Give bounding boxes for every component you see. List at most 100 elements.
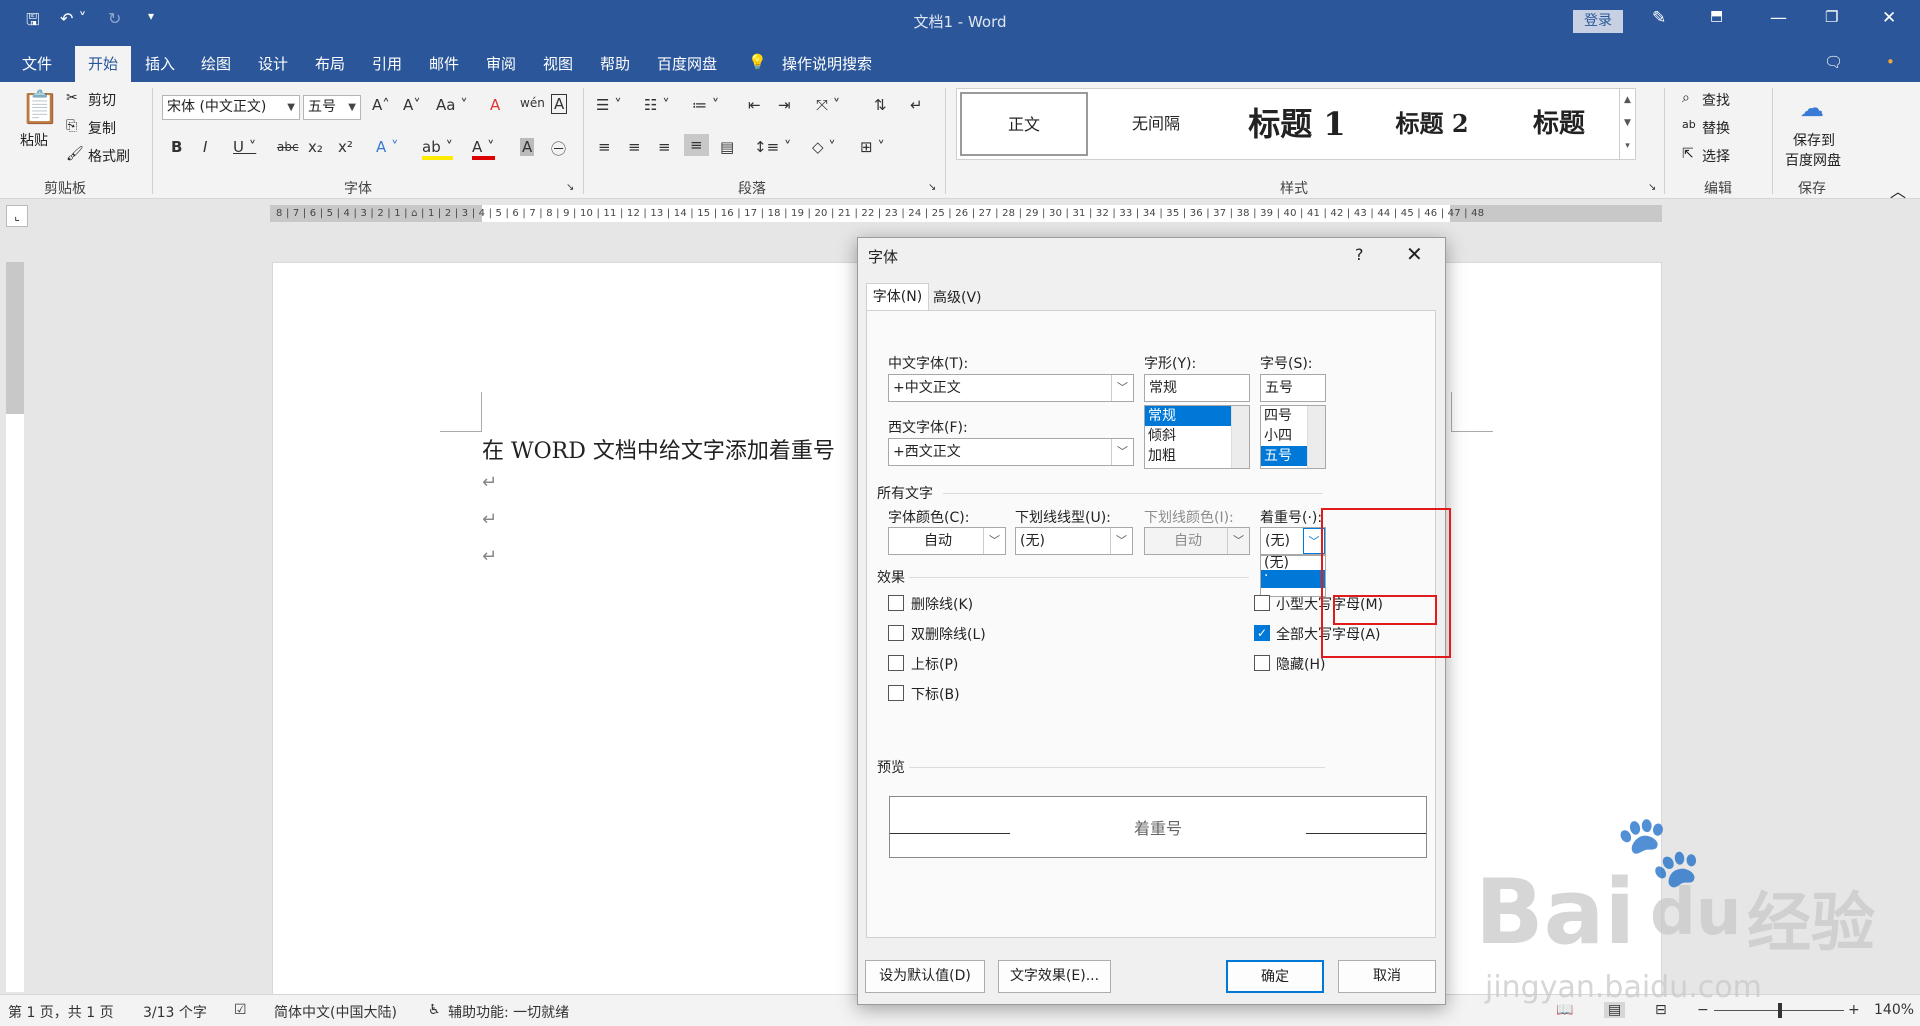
menu-baidu[interactable]: 百度网盘 [657, 53, 717, 74]
checkbox-label[interactable]: 上标(P) [911, 654, 958, 674]
paste-icon[interactable]: 📋 [20, 88, 60, 126]
align-right-icon[interactable]: ≡ [658, 138, 671, 156]
tab-home[interactable]: 开始 [75, 46, 131, 82]
borders-icon[interactable]: ⊞ ˅ [860, 138, 885, 156]
help-icon[interactable]: ? [1355, 245, 1364, 264]
tab-advanced[interactable]: 高级(V) [933, 287, 982, 307]
vertical-ruler[interactable] [6, 262, 24, 992]
menu-help[interactable]: 帮助 [600, 53, 630, 74]
page-count[interactable]: 第 1 页，共 1 页 [8, 1002, 114, 1022]
underline-icon[interactable]: U ˅ [233, 138, 256, 156]
checkbox-label[interactable]: 双删除线(L) [911, 624, 986, 644]
checkbox-superscript[interactable] [888, 655, 904, 671]
highlight-icon[interactable]: ab ˅ [422, 138, 453, 160]
enclose-char-icon[interactable]: ㊀ [551, 138, 566, 159]
menu-file[interactable]: 文件 [22, 53, 52, 74]
accessibility-status[interactable]: 辅助功能: 一切就绪 [448, 1002, 569, 1022]
document-text[interactable]: 在 WORD 文档中给文字添加着重号 [482, 433, 835, 465]
decrease-indent-icon[interactable]: ⇤ [748, 96, 761, 114]
checkbox-hidden[interactable] [1254, 655, 1270, 671]
font-size-combo[interactable]: 五号 ▼ [303, 95, 361, 120]
change-case-icon[interactable]: Aa ˅ [436, 96, 468, 114]
text-effects-button[interactable]: 文字效果(E)... [998, 960, 1111, 993]
language[interactable]: 简体中文(中国大陆) [274, 1002, 397, 1022]
phonetic-icon[interactable]: wén [520, 96, 545, 110]
align-center-icon[interactable]: ≡ [628, 138, 641, 156]
close-icon[interactable]: ✕ [1406, 242, 1423, 266]
font-color-icon[interactable]: A ˅ [472, 138, 495, 160]
styles-scroll[interactable]: ▲ ▼ ▾ [1619, 89, 1635, 159]
notify-dot-icon[interactable]: • [1886, 53, 1895, 71]
checkbox-all-caps[interactable]: ✓ [1254, 625, 1270, 641]
ribbon-display-icon[interactable]: ⬒ [1710, 8, 1723, 24]
select-icon[interactable]: ⇱ [1682, 146, 1694, 162]
superscript-icon[interactable]: x² [338, 138, 353, 156]
list-item[interactable]: 常规 [1145, 406, 1231, 426]
paragraph-dialog-launcher-icon[interactable]: ↘ [928, 182, 936, 193]
shrink-font-icon[interactable]: A˅ [403, 96, 421, 114]
copy-button[interactable]: 复制 [88, 118, 116, 138]
restore-icon[interactable]: ❐ [1825, 8, 1838, 26]
style-normal[interactable]: 正文 [960, 92, 1088, 156]
comments-icon[interactable]: 🗨 [1824, 53, 1843, 71]
proofing-icon[interactable]: ☑ [234, 1002, 247, 1018]
checkbox-strikethrough[interactable] [888, 595, 904, 611]
align-left-icon[interactable]: ≡ [598, 138, 611, 156]
emphasis-mark-select[interactable]: (无) ﹀ [1260, 527, 1326, 555]
checkbox-label[interactable]: 隐藏(H) [1276, 654, 1325, 674]
word-count[interactable]: 3/13 个字 [143, 1002, 207, 1022]
tab-selector-icon[interactable]: ⌞ [6, 205, 28, 227]
style-heading-1[interactable]: 标题 1 [1227, 89, 1367, 159]
bullets-icon[interactable]: ☰ ˅ [596, 96, 622, 114]
char-border-icon[interactable]: A [551, 94, 568, 114]
ok-button[interactable]: 确定 [1226, 960, 1324, 993]
menu-draw[interactable]: 绘图 [201, 53, 231, 74]
baidu-cloud-icon[interactable]: ☁ [1800, 94, 1824, 122]
replace-icon[interactable]: ab [1682, 118, 1696, 131]
menu-references[interactable]: 引用 [372, 53, 402, 74]
checkbox-subscript[interactable] [888, 685, 904, 701]
font-style-input[interactable]: 常规 [1144, 374, 1250, 402]
find-button[interactable]: 查找 [1702, 90, 1730, 110]
set-default-button[interactable]: 设为默认值(D) [865, 960, 985, 993]
save-baidu-label[interactable]: 百度网盘 [1785, 150, 1841, 170]
font-color-select[interactable]: 自动 ﹀ [888, 527, 1006, 555]
font-dialog-launcher-icon[interactable]: ↘ [566, 182, 574, 193]
cut-button[interactable]: 剪切 [88, 90, 116, 110]
menu-view[interactable]: 视图 [543, 53, 573, 74]
style-heading-2[interactable]: 标题 2 [1367, 89, 1497, 159]
pen-icon[interactable]: ✎ [1652, 8, 1666, 28]
checkbox-label[interactable]: 下标(B) [911, 684, 960, 704]
cancel-button[interactable]: 取消 [1338, 960, 1436, 993]
sort-icon[interactable]: ⇅ [874, 96, 887, 114]
login-button[interactable]: 登录 [1573, 10, 1623, 33]
emphasis-mark-dropdown[interactable]: (无) · [1260, 555, 1326, 597]
bold-icon[interactable]: B [171, 138, 182, 156]
justify-icon[interactable]: ≡ [684, 134, 709, 156]
list-item[interactable]: · [1261, 569, 1325, 588]
styles-dialog-launcher-icon[interactable]: ↘ [1648, 182, 1656, 193]
line-spacing-icon[interactable]: ↕≡ ˅ [754, 138, 791, 156]
list-item[interactable]: 五号 [1261, 446, 1307, 466]
horizontal-ruler[interactable]: 8 | 7 | 6 | 5 | 4 | 3 | 2 | 1 | ⌂ | 1 | … [270, 205, 1662, 222]
save-to-label[interactable]: 保存到 [1793, 130, 1835, 150]
style-title[interactable]: 标题 [1499, 89, 1619, 159]
show-marks-icon[interactable]: ↵ [910, 96, 923, 114]
scrollbar[interactable] [1307, 406, 1325, 468]
find-icon[interactable]: ⌕ [1682, 90, 1690, 106]
accessibility-icon[interactable]: ♿ [428, 1002, 441, 1018]
tell-me-search[interactable]: 操作说明搜索 [782, 53, 872, 74]
font-size-list[interactable]: 四号 小四 五号 [1260, 405, 1326, 469]
increase-indent-icon[interactable]: ⇥ [778, 96, 791, 114]
replace-button[interactable]: 替换 [1702, 118, 1730, 138]
menu-review[interactable]: 审阅 [486, 53, 516, 74]
format-painter-icon[interactable]: 🖌 [66, 146, 84, 162]
italic-icon[interactable]: I [203, 138, 207, 156]
west-font-select[interactable]: +西文正文 ﹀ [888, 438, 1134, 466]
style-no-spacing[interactable]: 无间隔 [1091, 89, 1221, 159]
cut-icon[interactable]: ✂ [66, 90, 78, 106]
underline-style-select[interactable]: (无) ﹀ [1015, 527, 1133, 555]
clear-format-icon[interactable]: A [490, 96, 500, 114]
format-painter-button[interactable]: 格式刷 [88, 146, 130, 166]
copy-icon[interactable]: ⎘ [66, 118, 77, 134]
